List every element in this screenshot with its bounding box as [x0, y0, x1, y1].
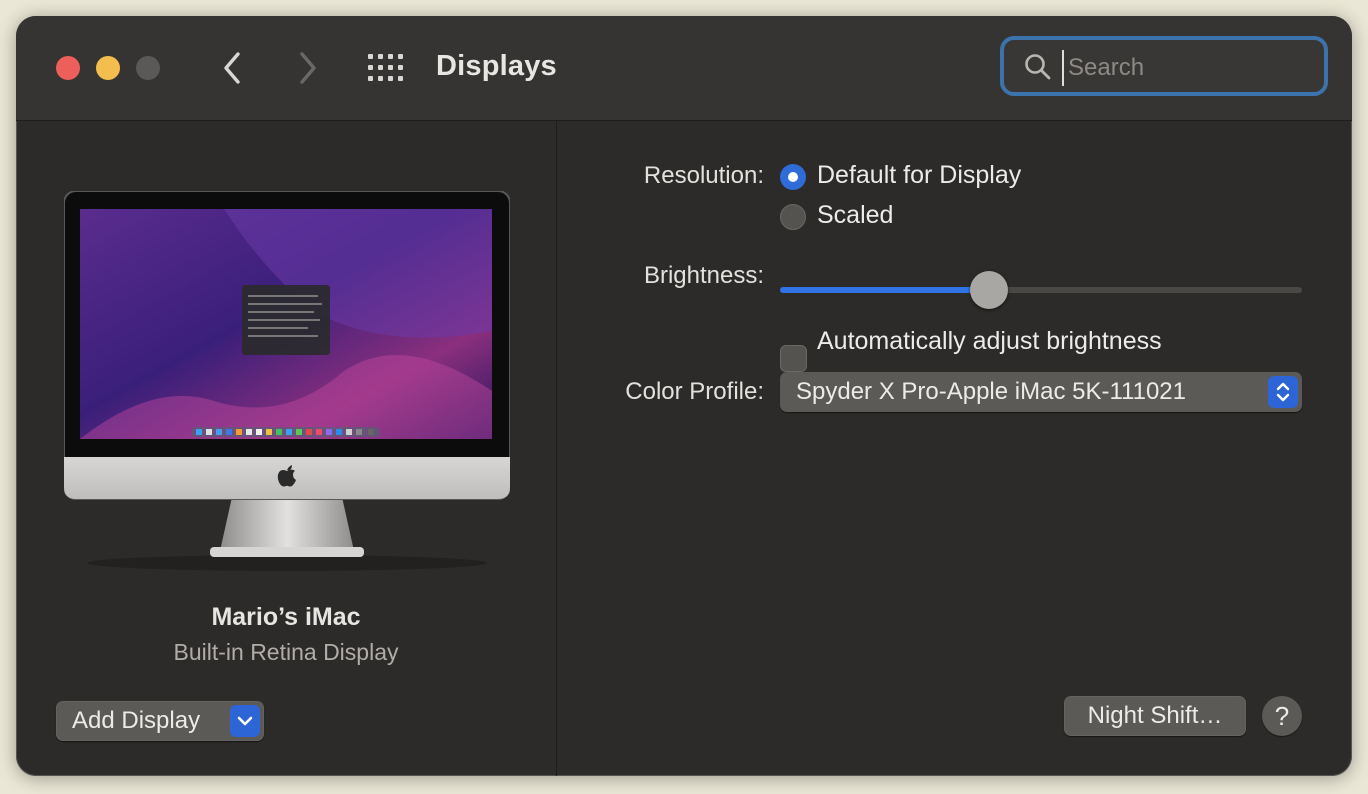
display-name: Mario’s iMac — [211, 603, 361, 631]
display-type: Built-in Retina Display — [173, 639, 399, 665]
auto-brightness-checkbox[interactable] — [780, 345, 807, 372]
close-button[interactable] — [56, 56, 80, 80]
help-button[interactable]: ? — [1262, 696, 1302, 736]
back-chevron-icon[interactable] — [214, 50, 250, 86]
minimize-button[interactable] — [96, 56, 120, 80]
night-shift-button[interactable]: Night Shift… — [1064, 696, 1246, 736]
resolution-scaled-label[interactable]: Scaled — [817, 201, 893, 230]
color-profile-value: Spyder X Pro-Apple iMac 5K-111021 — [796, 378, 1186, 405]
search-field[interactable] — [1000, 36, 1328, 96]
resolution-scaled-radio[interactable] — [780, 204, 806, 230]
brightness-slider-fill — [780, 287, 989, 293]
add-display-label: Add Display — [72, 707, 201, 734]
search-icon — [1025, 54, 1051, 80]
popup-stepper[interactable] — [1268, 376, 1298, 408]
search-input[interactable] — [1062, 50, 1320, 86]
zoom-button[interactable] — [136, 56, 160, 80]
color-profile-label: Color Profile: — [625, 378, 764, 405]
display-sidebar: Mario’s iMac Built-in Retina Display Add… — [16, 121, 557, 776]
forward-chevron-icon[interactable] — [290, 50, 326, 86]
toolbar: Displays — [16, 16, 1352, 121]
brightness-slider[interactable] — [780, 271, 1302, 309]
resolution-label: Resolution: — [643, 162, 764, 189]
up-down-chevron-icon — [1276, 382, 1290, 402]
displays-window: Displays Search Mario’s iMac Built-in Re… — [16, 16, 1352, 776]
add-display-menu-arrow[interactable] — [230, 705, 260, 737]
resolution-default-label[interactable]: Default for Display — [817, 161, 1021, 190]
add-display-button[interactable]: Add Display — [56, 701, 264, 741]
color-profile-popup[interactable]: Spyder X Pro-Apple iMac 5K-111021 — [780, 372, 1302, 412]
auto-brightness-label[interactable]: Automatically adjust brightness — [817, 327, 1162, 356]
brightness-label: Brightness: — [643, 262, 764, 289]
imac-display-image[interactable] — [64, 191, 510, 573]
window-title: Displays — [436, 50, 557, 82]
chevron-down-icon — [237, 716, 253, 726]
grid-icon[interactable] — [368, 54, 404, 82]
brightness-slider-knob[interactable] — [969, 271, 1008, 309]
resolution-default-radio[interactable] — [780, 164, 806, 190]
